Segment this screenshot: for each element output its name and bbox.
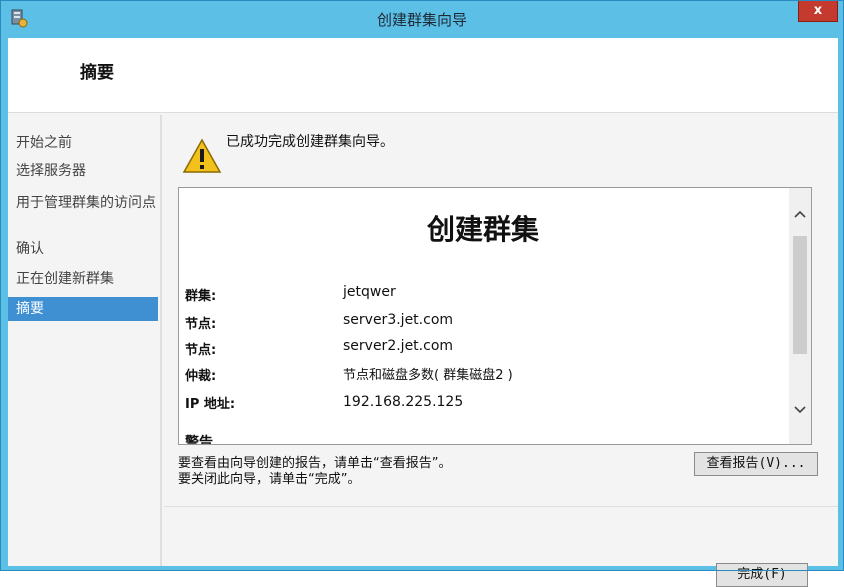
report-label-node: 节点: (185, 317, 217, 332)
sidebar-item-creating-cluster[interactable]: 正在创建新群集 (8, 271, 158, 287)
finish-button[interactable]: 完成(F) (716, 563, 808, 587)
footer-divider (164, 506, 838, 507)
scroll-up-chevron-icon[interactable] (789, 204, 811, 226)
sidebar-item-select-servers[interactable]: 选择服务器 (8, 163, 158, 179)
status-message: 已成功完成创建群集向导。 (226, 134, 394, 150)
report-label-ip-address: IP 地址: (185, 397, 236, 412)
sidebar-item-summary[interactable]: 摘要 (8, 297, 158, 321)
view-report-button[interactable]: 查看报告(V)... (694, 452, 818, 476)
report-label-node: 节点: (185, 343, 217, 358)
report-scrollbar[interactable] (789, 188, 811, 444)
sidebar-item-confirmation[interactable]: 确认 (8, 241, 158, 257)
report-heading-warnings: 警告 (185, 435, 213, 445)
report-label-cluster: 群集: (185, 289, 217, 304)
scrollbar-thumb[interactable] (793, 236, 807, 354)
sidebar-item-access-point[interactable]: 用于管理群集的访问点 (8, 195, 158, 211)
page-header: 摘要 (8, 38, 838, 113)
sidebar-item-before-you-begin[interactable]: 开始之前 (8, 135, 158, 151)
report-value-cluster: jetqwer (343, 284, 396, 300)
report-value-node: server3.jet.com (343, 312, 454, 328)
report-viewer[interactable]: 创建群集 群集: jetqwer 节点: server3.jet.com 节点:… (178, 187, 812, 445)
wizard-client-area: 摘要 开始之前 选择服务器 用于管理群集的访问点 确认 正在创建新群集 摘要 已… (8, 38, 838, 587)
warning-icon (182, 138, 222, 174)
sidebar-divider (160, 115, 162, 566)
summary-content: 已成功完成创建群集向导。 创建群集 群集: jetqwer 节点: server… (164, 115, 838, 587)
close-button[interactable]: x (798, 0, 838, 22)
wizard-window: 创建群集向导 x 摘要 开始之前 选择服务器 用于管理群集的访问点 确认 正在创… (0, 0, 844, 587)
wizard-steps-sidebar: 开始之前 选择服务器 用于管理群集的访问点 确认 正在创建新群集 摘要 (8, 115, 158, 566)
page-title: 摘要 (80, 63, 114, 83)
window-title: 创建群集向导 (376, 11, 467, 29)
scroll-down-chevron-icon[interactable] (789, 400, 811, 422)
report-title: 创建群集 (426, 213, 539, 246)
report-label-quorum: 仲裁: (185, 369, 217, 384)
report-value-node: server2.jet.com (343, 338, 454, 354)
title-bar: 创建群集向导 x (0, 0, 844, 38)
report-value-ip-address: 192.168.225.125 (343, 394, 464, 410)
info-close-wizard: 要关闭此向导，请单击“完成”。 (178, 472, 361, 487)
report-value-quorum: 节点和磁盘多数( 群集磁盘2 ) (343, 368, 513, 383)
